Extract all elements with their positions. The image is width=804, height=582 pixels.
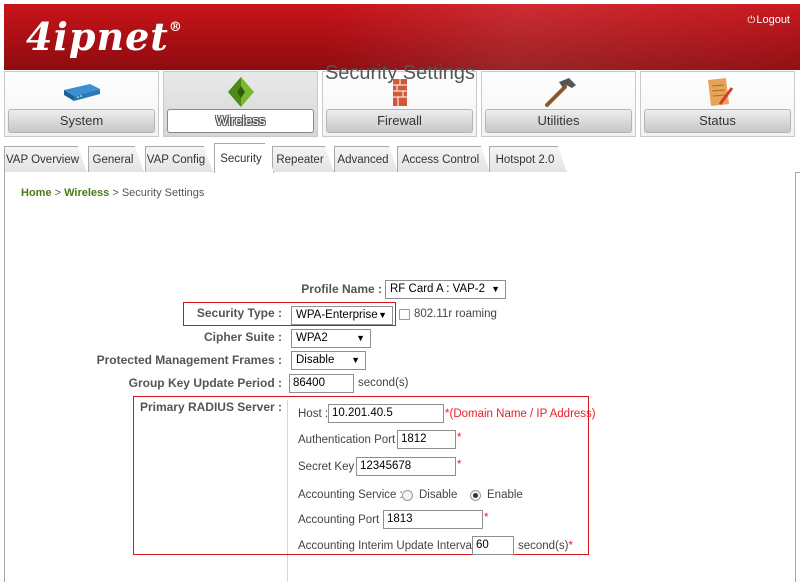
pmf-select[interactable]: Disable ▼	[291, 351, 366, 370]
interim-unit-text: second(s)	[518, 540, 569, 552]
logo-registered-mark: ®	[168, 20, 183, 35]
page-title: Security Settings	[324, 62, 476, 84]
tab-vap-config[interactable]: VAP Config	[145, 146, 213, 173]
brand-logo: 4ipnet®	[26, 14, 183, 59]
host-hint: *(Domain Name / IP Address)	[445, 408, 596, 420]
interim-input[interactable]: 60	[472, 536, 514, 555]
host-hint-text: (Domain Name / IP Address)	[449, 408, 596, 420]
host-input[interactable]: 10.201.40.5	[328, 404, 444, 423]
required-mark: *	[568, 540, 573, 552]
tab-vap-overview[interactable]: VAP Overview	[4, 146, 87, 173]
breadcrumb-current: Security Settings	[121, 187, 205, 199]
header-gloss	[330, 4, 800, 70]
roaming-80211r-label: 802.11r roaming	[414, 308, 497, 320]
power-icon: ⏻	[747, 15, 756, 26]
acct-enable-radio[interactable]	[470, 490, 481, 501]
interim-label: Accounting Interim Update Interval :	[298, 540, 481, 552]
pmf-label: Protected Management Frames :	[96, 353, 282, 367]
breadcrumb-separator: >	[54, 187, 62, 199]
secret-key-input[interactable]: 12345678	[356, 457, 456, 476]
required-mark: *	[457, 459, 462, 471]
sub-tab-bar: VAP Overview General VAP Config Security…	[4, 143, 800, 173]
auth-port-input[interactable]: 1812	[397, 430, 456, 449]
required-mark: *	[457, 432, 462, 444]
header-banner: 4ipnet® ⏻Logout	[4, 4, 800, 70]
breadcrumb: Home > Wireless > Security Settings	[21, 187, 204, 199]
nav-firewall-label: Firewall	[326, 109, 473, 133]
acct-port-label: Accounting Port :	[298, 514, 386, 526]
dropdown-arrow-icon: ▼	[351, 355, 360, 365]
breadcrumb-separator: >	[112, 187, 119, 199]
acct-enable-label: Enable	[487, 489, 523, 501]
interim-unit: second(s)*	[518, 540, 573, 552]
nav-wireless-label: Wireless	[167, 109, 314, 133]
profile-name-value: RF Card A : VAP-2	[390, 283, 486, 295]
logo-text: 4ipnet	[26, 14, 169, 59]
cipher-suite-select[interactable]: WPA2 ▼	[291, 329, 371, 348]
logout-link[interactable]: ⏻Logout	[747, 14, 790, 26]
nav-system-label: System	[8, 109, 155, 133]
acct-disable-radio[interactable]	[402, 490, 413, 501]
roaming-80211r-checkbox[interactable]	[399, 309, 410, 320]
dropdown-arrow-icon: ▼	[356, 333, 365, 343]
secret-key-label: Secret Key :	[298, 461, 361, 473]
breadcrumb-home[interactable]: Home	[21, 187, 52, 199]
group-key-unit: second(s)	[358, 377, 409, 389]
profile-name-label: Profile Name :	[301, 282, 382, 296]
auth-port-label: Authentication Port :	[298, 434, 402, 446]
nav-utilities-label: Utilities	[485, 109, 632, 133]
host-label: Host :	[298, 408, 329, 420]
tab-access-control[interactable]: Access Control	[397, 146, 490, 173]
group-key-label: Group Key Update Period :	[128, 376, 282, 390]
tab-advanced[interactable]: Advanced	[334, 146, 398, 173]
cipher-suite-value: WPA2	[296, 332, 328, 344]
tab-repeater[interactable]: Repeater	[272, 146, 334, 173]
cipher-suite-label: Cipher Suite :	[203, 330, 282, 344]
pmf-value: Disable	[296, 354, 335, 366]
acct-port-input[interactable]: 1813	[383, 510, 483, 529]
tab-security[interactable]: Security	[214, 143, 274, 173]
logout-label: Logout	[756, 14, 790, 26]
acct-disable-label: Disable	[419, 489, 458, 501]
breadcrumb-wireless[interactable]: Wireless	[64, 187, 109, 199]
required-mark: *	[484, 512, 489, 524]
security-type-highlight	[183, 302, 396, 326]
nav-status-label: Status	[644, 109, 791, 133]
dropdown-arrow-icon: ▼	[491, 284, 500, 294]
acct-service-label: Accounting Service :	[298, 489, 403, 501]
tab-hotspot-2[interactable]: Hotspot 2.0	[489, 146, 567, 173]
profile-name-select[interactable]: RF Card A : VAP-2 ▼	[385, 280, 506, 299]
group-key-input[interactable]: 86400	[289, 374, 354, 393]
tab-general[interactable]: General	[88, 146, 144, 173]
